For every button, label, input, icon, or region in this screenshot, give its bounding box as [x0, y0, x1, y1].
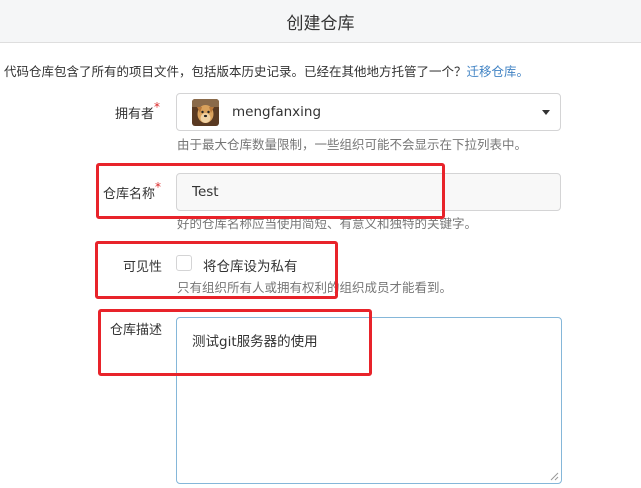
repo-name-input[interactable]: [176, 173, 561, 211]
repo-name-label: 仓库名称*: [103, 180, 162, 202]
owner-label-text: 拥有者: [115, 107, 155, 122]
intro-description: 代码仓库包含了所有的项目文件，包括版本历史记录。已经在其他地方托管了一个？: [4, 64, 467, 79]
owner-label: 拥有者*: [115, 100, 161, 122]
resize-grip-icon[interactable]: [549, 471, 559, 481]
owner-avatar: [192, 99, 219, 126]
owner-helper-text: 由于最大仓库数量限制，一些组织可能不会显示在下拉列表中。: [177, 137, 528, 152]
description-textarea[interactable]: 测试git服务器的使用: [176, 317, 562, 484]
intro-text: 代码仓库包含了所有的项目文件，包括版本历史记录。已经在其他地方托管了一个？迁移仓…: [4, 61, 529, 80]
private-checkbox[interactable]: [176, 255, 192, 271]
page-title: 创建仓库: [286, 14, 355, 34]
visibility-helper-text: 只有组织所有人或拥有权利的组织成员才能看到。: [177, 280, 453, 295]
create-repo-page: 创建仓库 代码仓库包含了所有的项目文件，包括版本历史记录。已经在其他地方托管了一…: [0, 0, 641, 488]
repo-name-helper-text: 好的仓库名称应当使用简短、有意义和独特的关键字。: [177, 216, 478, 231]
migrate-repo-link[interactable]: 迁移仓库。: [467, 64, 530, 79]
visibility-label: 可见性: [123, 260, 163, 275]
page-header: 创建仓库: [0, 0, 641, 43]
repo-name-required-mark: *: [155, 180, 162, 194]
owner-name: mengfanxing: [232, 104, 322, 120]
private-checkbox-label[interactable]: 将仓库设为私有: [203, 255, 298, 275]
caret-down-icon: [542, 110, 550, 115]
description-label: 仓库描述: [110, 323, 163, 338]
owner-dropdown[interactable]: mengfanxing: [176, 93, 561, 131]
dog-avatar-icon: [192, 99, 219, 126]
owner-required-mark: *: [154, 100, 161, 114]
repo-name-label-text: 仓库名称: [103, 187, 156, 202]
